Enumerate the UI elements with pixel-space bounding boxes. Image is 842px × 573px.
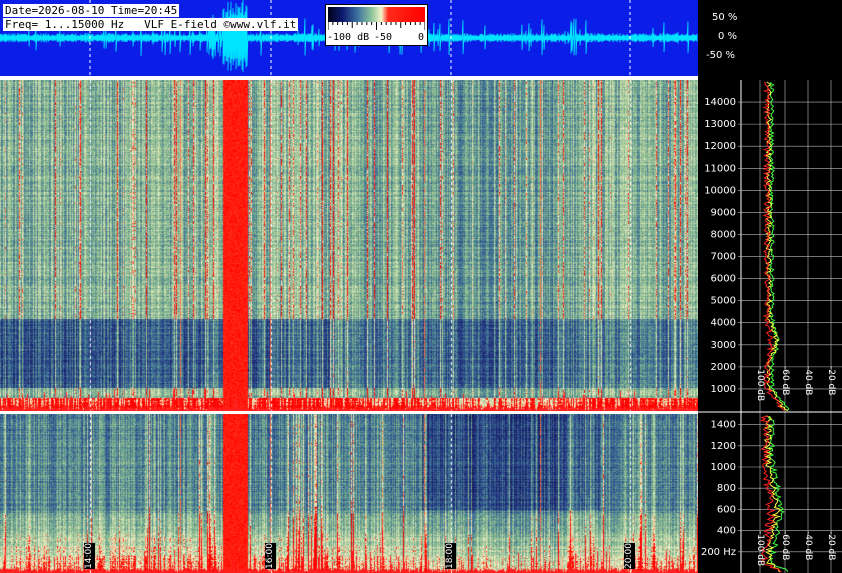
color-scale-gradient — [328, 7, 425, 22]
spectrogram-low-band — [0, 414, 698, 573]
db-tick-label: -20 dB — [826, 366, 836, 395]
freq-tick-label: 1200 — [711, 441, 736, 452]
amplitude-label-50: 50 % — [712, 12, 738, 23]
time-tick-label: 20:00 — [624, 543, 635, 569]
info-frequency: Freq= 1...15000 Hz VLF E-field ©www.vlf.… — [3, 18, 299, 31]
time-tick-label: 18:00 — [445, 543, 456, 569]
scale-label-mid: -50 — [374, 32, 393, 43]
db-tick-label: -40 dB — [803, 366, 813, 395]
freq-tick-label: 2000 — [711, 362, 736, 373]
db-tick-label: -100 dB — [755, 531, 765, 566]
amplitude-label-0: 0 % — [718, 31, 738, 42]
freq-tick-label: 3000 — [711, 340, 736, 351]
freq-tick-label: 400 — [717, 526, 736, 537]
freq-tick-label: 800 — [717, 483, 736, 494]
freq-tick-label: 1400 — [711, 420, 736, 431]
freq-tick-label: 1000 — [711, 462, 736, 473]
db-tick-label: -60 dB — [780, 366, 790, 395]
scale-label-min: -100 dB — [327, 32, 370, 43]
freq-tick-label: 200 Hz — [701, 547, 736, 558]
scale-label-max: 0 — [418, 32, 425, 43]
db-tick-label: -20 dB — [826, 531, 836, 560]
freq-tick-label: 14000 — [704, 97, 736, 108]
freq-tick-label: 13000 — [704, 119, 736, 130]
freq-tick-label: 8000 — [711, 229, 736, 240]
freq-tick-label: 4000 — [711, 318, 736, 329]
freq-tick-label: 600 — [717, 504, 736, 515]
color-scale-legend: -100 dB -50 0 — [325, 4, 428, 46]
color-scale-ticks — [328, 22, 425, 30]
freq-tick-label: 9000 — [711, 207, 736, 218]
freq-tick-label: 7000 — [711, 252, 736, 263]
freq-tick-label: 1000 — [711, 384, 736, 395]
amplitude-label-minus50: -50 % — [706, 50, 736, 61]
spectrogram-full-band — [0, 80, 698, 411]
db-tick-label: -40 dB — [803, 531, 813, 560]
freq-tick-label: 5000 — [711, 296, 736, 307]
time-tick-label: 14:00 — [84, 543, 95, 569]
spectrum-profile-plot: 1000 2000 3000 4000 5000 6000 7000 8000 9000 1000… — [698, 76, 842, 573]
time-tick-label: 16:00 — [265, 543, 276, 569]
db-tick-label: -100 dB — [755, 366, 765, 401]
info-date-time: Date=2026-08-10 Time=20:45 — [3, 4, 180, 17]
freq-tick-label: 6000 — [711, 274, 736, 285]
freq-tick-label: 12000 — [704, 141, 736, 152]
waveform-panel: Date=2026-08-10 Time=20:45 Freq= 1...150… — [0, 0, 698, 76]
freq-tick-label: 11000 — [704, 163, 736, 174]
db-tick-label: -60 dB — [780, 531, 790, 560]
freq-tick-label: 10000 — [704, 185, 736, 196]
